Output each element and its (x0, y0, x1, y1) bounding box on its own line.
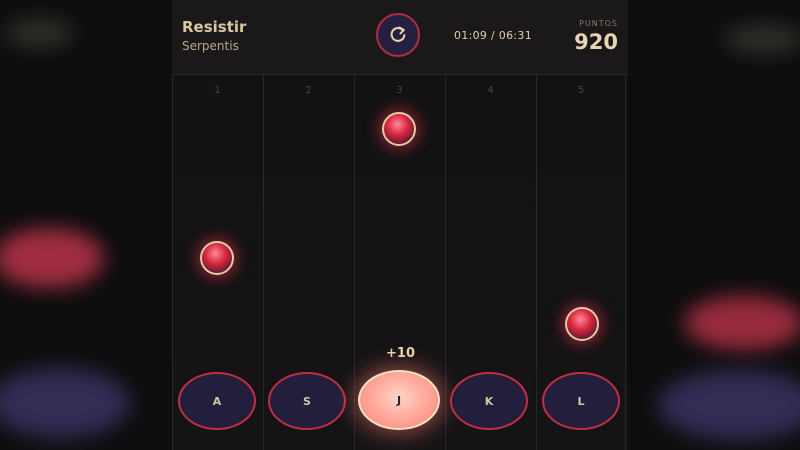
blurred-note-glow (0, 228, 104, 288)
falling-note (200, 241, 234, 275)
lane-number: 1 (214, 85, 221, 96)
blurred-header-glow (4, 18, 74, 48)
falling-note (565, 307, 599, 341)
key-target-j[interactable]: J (358, 370, 440, 430)
blurred-key-glow (0, 368, 130, 438)
game-header: Resistir Serpentis 01:09 / 06:31 PUNTOS … (172, 0, 628, 75)
key-target-k[interactable]: K (450, 372, 528, 430)
game-panel: Resistir Serpentis 01:09 / 06:31 PUNTOS … (172, 0, 628, 450)
restart-button[interactable] (376, 13, 420, 57)
track-timer: 01:09 / 06:31 (454, 29, 532, 42)
score-value: 920 (574, 30, 618, 54)
lane-number: 4 (487, 85, 494, 96)
hit-score-popup: +10 (386, 346, 415, 361)
blurred-backdrop-left (0, 0, 172, 450)
blurred-header-glow (724, 24, 800, 54)
score-label: PUNTOS (579, 19, 618, 28)
lane-number: 3 (396, 85, 403, 96)
lane-number: 2 (305, 85, 312, 96)
blurred-key-glow (658, 370, 800, 440)
lanes-area: 1 2 3 4 5 +10 A S J K L (172, 75, 628, 450)
song-title: Resistir (182, 18, 247, 36)
falling-note (382, 112, 416, 146)
lane-number: 5 (577, 85, 585, 96)
blurred-backdrop-right (628, 0, 800, 450)
blurred-note-glow (684, 296, 800, 350)
key-target-a[interactable]: A (178, 372, 256, 430)
restart-icon (390, 26, 406, 42)
key-target-l[interactable]: L (542, 372, 620, 430)
key-target-s[interactable]: S (268, 372, 346, 430)
song-artist: Serpentis (182, 39, 239, 53)
